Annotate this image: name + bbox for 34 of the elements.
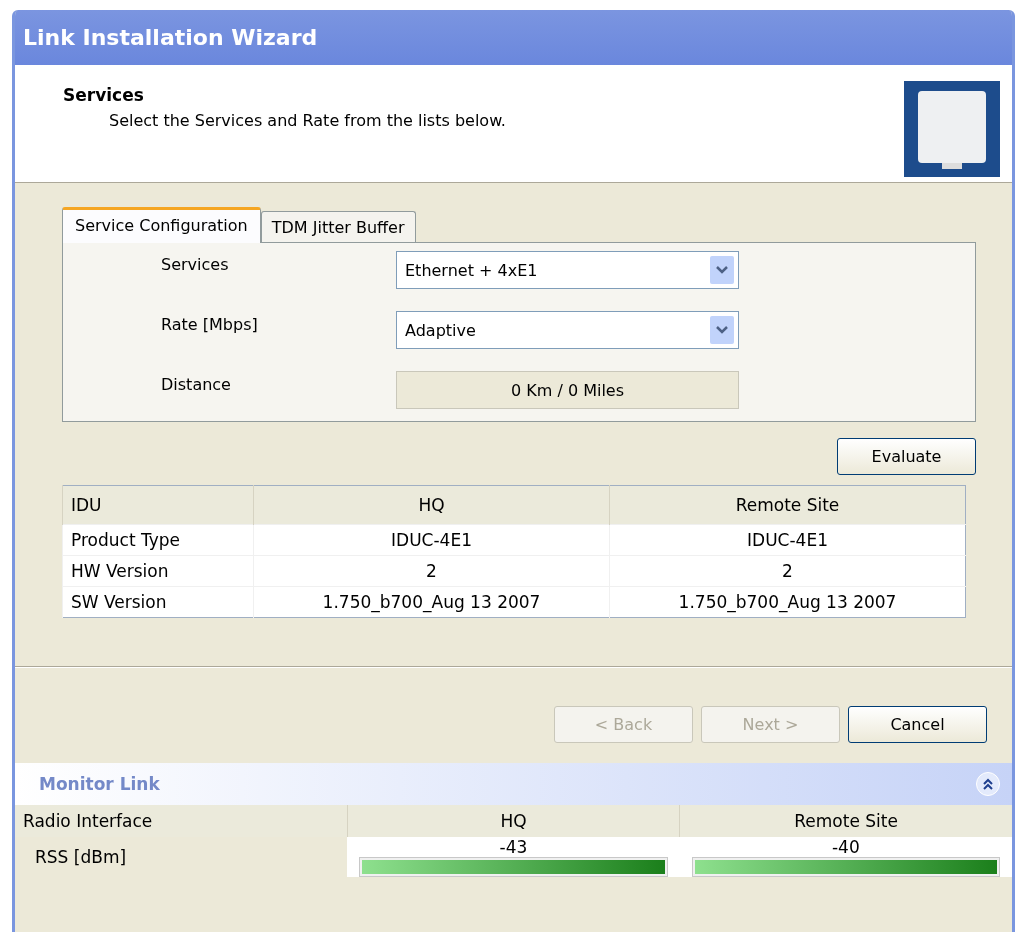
monitor-title: Monitor Link [39,774,160,794]
table-cell: HW Version [62,555,254,587]
field-label: Rate [Mbps] [160,314,259,334]
rss-reading: -40 [830,837,861,857]
tab[interactable]: TDM Jitter Buffer [260,211,416,242]
table-cell: 2 [609,555,966,587]
page-title: Services [63,85,145,105]
table-cell: IDUC-4E1 [609,524,966,556]
column-header: HQ [347,805,680,837]
window-title: Link Installation Wizard [15,10,1012,65]
field-label: Services [160,254,230,274]
dropdown[interactable]: Ethernet + 4xE1 [396,251,739,289]
page-subtitle: Select the Services and Rate from the lists below. [109,111,506,130]
dropdown[interactable]: Adaptive [396,311,739,349]
table-cell: Product Type [62,524,254,556]
readonly-field: 0 Km / 0 Miles [396,371,739,409]
table-cell: SW Version [62,586,254,618]
table-cell: 1.750_b700_Aug 13 2007 [253,586,610,618]
column-header: Remote Site [679,805,1012,837]
column-header: Remote Site [609,485,966,525]
chevron-down-icon [710,256,734,284]
table-cell: 2 [253,555,610,587]
field-label: Distance [160,374,232,394]
column-header: IDU [62,485,254,525]
wizard-button[interactable]: Cancel [848,706,987,743]
chevron-down-icon [710,316,734,344]
antenna-icon [904,81,1000,177]
collapse-icon[interactable] [976,772,1000,796]
rss-reading: -43 [498,837,529,857]
tab[interactable]: Service Configuration [62,207,261,243]
table-cell: IDUC-4E1 [253,524,610,556]
column-header: HQ [253,485,610,525]
evaluate-button[interactable]: Evaluate [837,438,976,475]
table-cell: 1.750_b700_Aug 13 2007 [609,586,966,618]
